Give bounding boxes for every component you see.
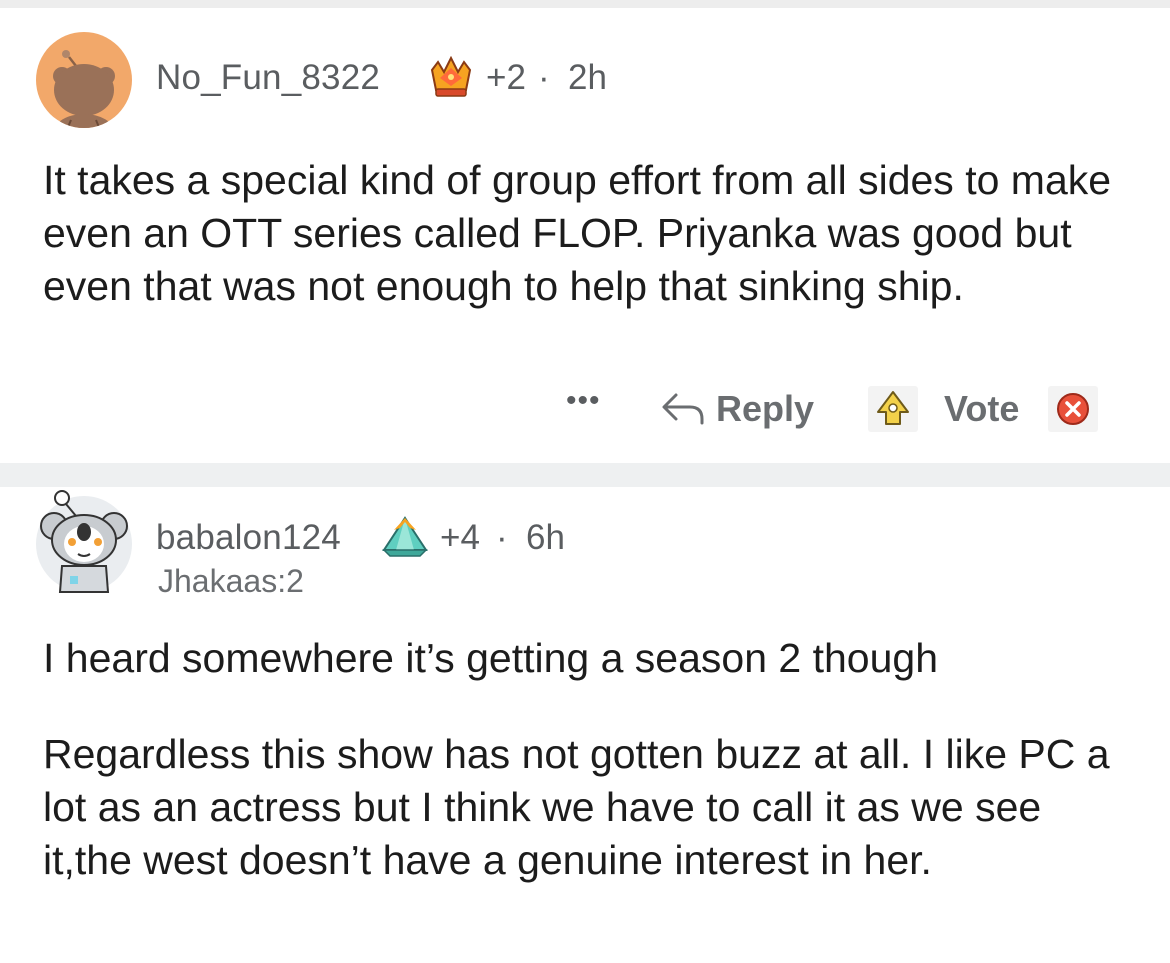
comment-score: +2 <box>486 58 526 97</box>
pyramid-award-icon <box>380 514 430 565</box>
upvote-button[interactable] <box>868 386 918 432</box>
snoo-avatar-icon <box>53 50 115 128</box>
crown-award-icon <box>428 55 474 105</box>
meta-separator: · <box>496 518 508 557</box>
downvote-button[interactable] <box>1048 386 1098 432</box>
comment-username[interactable]: babalon124 <box>156 518 341 558</box>
reply-arrow-icon <box>662 393 704 425</box>
top-divider <box>0 0 1170 8</box>
comment-score: +4 <box>440 518 480 557</box>
koala-snoo-avatar-icon <box>40 490 128 593</box>
comment-username[interactable]: No_Fun_8322 <box>156 58 380 98</box>
user-avatar[interactable] <box>36 490 132 593</box>
meta-separator: · <box>538 58 550 97</box>
comment-body-paragraph: I heard somewhere it’s getting a season … <box>43 635 938 681</box>
comment-age: 2h <box>568 58 607 97</box>
comment-body-paragraph: Regardless this show has not gotten buzz… <box>43 731 1110 883</box>
comment-age: 6h <box>526 518 565 557</box>
comment-body: It takes a special kind of group effort … <box>43 157 1112 309</box>
upvote-arrow-icon <box>877 391 909 425</box>
reply-label: Reply <box>716 388 815 429</box>
vote-label: Vote <box>944 388 1020 429</box>
downvote-icon <box>1057 393 1089 425</box>
reply-button[interactable]: Reply <box>660 386 814 432</box>
more-options-button[interactable]: ••• <box>566 384 601 418</box>
comment-divider <box>0 463 1170 487</box>
user-flair: Jhakaas:2 <box>158 563 304 599</box>
user-avatar[interactable] <box>36 32 132 128</box>
